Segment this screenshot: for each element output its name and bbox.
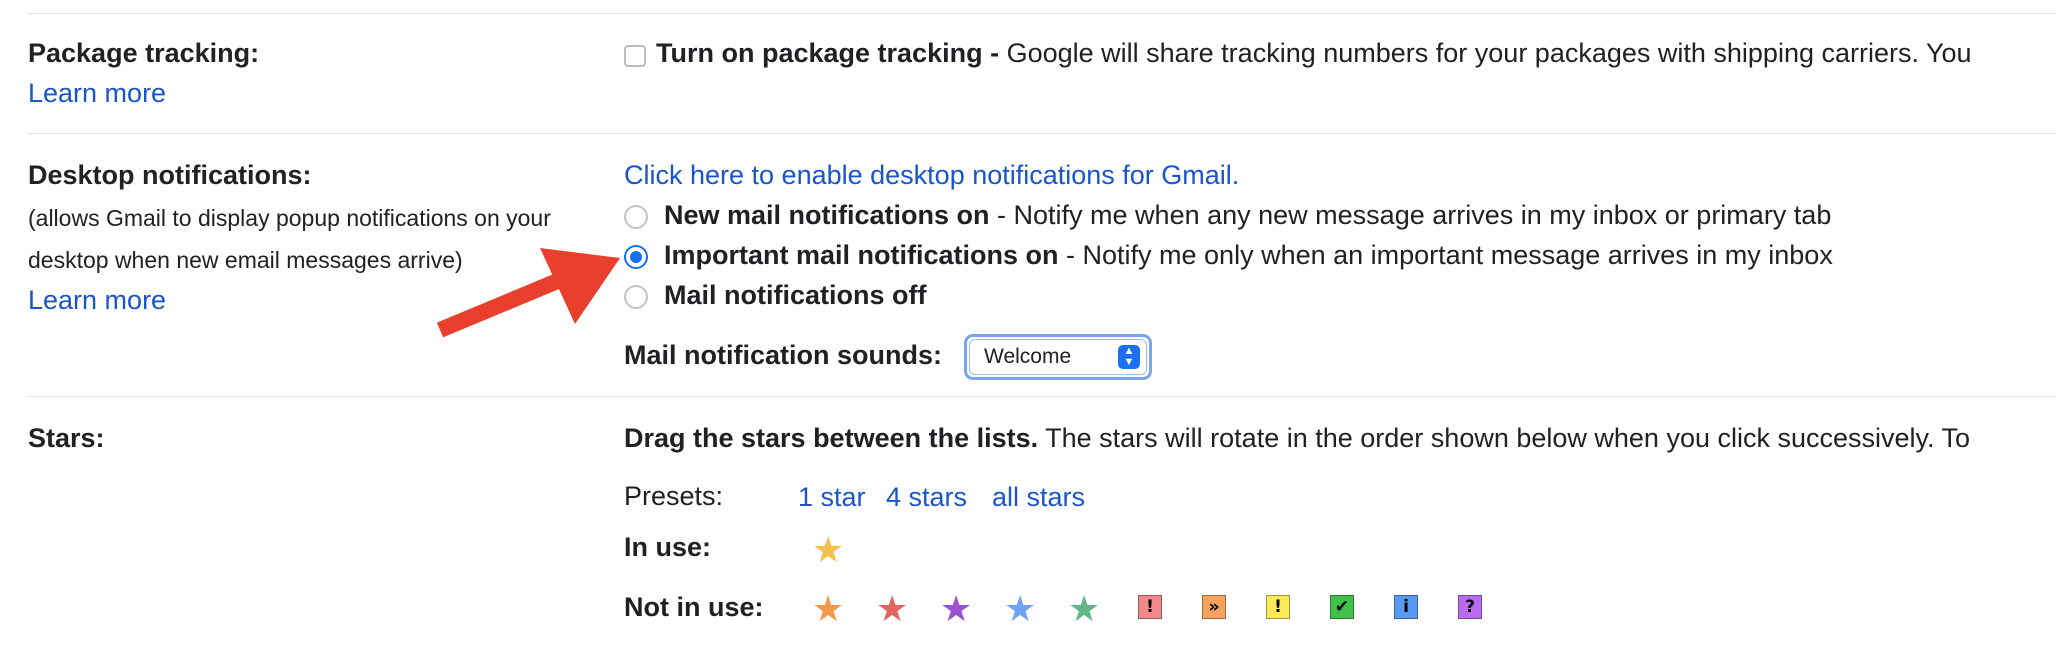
orange-star-icon[interactable]: ★ [812,591,844,627]
divider-2 [28,396,2056,397]
package-tracking-option: Turn on package tracking - Google will s… [656,38,1972,69]
in-use-label: In use: [624,532,711,563]
mail-notification-sounds-focus-ring: Welcome ▲ ▼ [964,334,1152,380]
new-mail-notifications-desc: - Notify me when any new message arrives… [989,200,1832,230]
package-tracking-learn-more-link[interactable]: Learn more [28,78,166,109]
package-tracking-option-desc: Google will share tracking numbers for y… [999,38,1972,68]
not-in-use-label: Not in use: [624,592,764,623]
desktop-notifications-desc-line1: (allows Gmail to display popup notificat… [28,205,551,231]
divider-1 [28,133,2056,134]
mail-notification-sounds-select[interactable]: Welcome ▲ ▼ [969,339,1147,375]
presets-label: Presets: [624,481,724,511]
divider-top [28,13,2056,14]
desktop-notifications-label: Desktop notifications: [28,160,312,190]
important-mail-notifications-desc: - Notify me only when an important messa… [1058,240,1833,270]
purple-star-icon[interactable]: ★ [940,591,972,627]
purple-question-icon[interactable]: ? [1458,595,1482,619]
blue-star-icon[interactable]: ★ [1004,591,1036,627]
new-mail-notifications-radio[interactable] [624,205,648,229]
stars-instruction: Drag the stars between the lists. The st… [624,423,1970,454]
not-in-use-label-text: Not in use: [624,592,764,622]
red-bang-icon[interactable]: ! [1138,595,1162,619]
in-use-label-text: In use: [624,532,712,562]
new-mail-notifications-option: New mail notifications on - Notify me wh… [664,200,1831,231]
mail-notification-sounds-label-text: Mail notification sounds: [624,340,942,370]
desktop-notifications-desc-line2: desktop when new email messages arrive) [28,247,463,273]
blue-info-icon[interactable]: i [1394,595,1418,619]
select-stepper-icon: ▲ ▼ [1118,345,1140,369]
mail-notifications-off-title: Mail notifications off [664,280,927,310]
important-mail-notifications-option: Important mail notifications on - Notify… [664,240,1833,271]
in-use-yellow-star-icon[interactable]: ★ [812,532,844,568]
green-check-icon[interactable]: ✔ [1330,595,1354,619]
preset-4-stars-link[interactable]: 4 stars [886,482,967,513]
package-tracking-option-title: Turn on package tracking - [656,38,1000,68]
stars-instruction-rest: The stars will rotate in the order shown… [1038,423,1971,453]
enable-desktop-notifications-link[interactable]: Click here to enable desktop notificatio… [624,160,1239,191]
important-mail-notifications-title: Important mail notifications on [664,240,1059,270]
annotation-arrow-icon [436,248,620,338]
stars-label: Stars: [28,423,105,453]
package-tracking-label: Package tracking: [28,38,260,68]
green-star-icon[interactable]: ★ [1068,591,1100,627]
desktop-notifications-learn-more-link[interactable]: Learn more [28,285,166,316]
mail-notification-sounds-value: Welcome [984,345,1072,368]
red-star-icon[interactable]: ★ [876,591,908,627]
stars-instruction-bold: Drag the stars between the lists. [624,423,1039,453]
preset-all-stars-link[interactable]: all stars [992,482,1085,513]
annotation-arrow-shaft [436,272,564,338]
orange-guillemet-icon[interactable]: » [1202,595,1226,619]
yellow-bang-icon[interactable]: ! [1266,595,1290,619]
new-mail-notifications-title: New mail notifications on [664,200,990,230]
mail-notifications-off-option: Mail notifications off [664,280,927,311]
mail-notification-sounds-label: Mail notification sounds: [624,340,942,371]
package-tracking-checkbox[interactable] [624,45,646,67]
preset-1-star-link[interactable]: 1 star [798,482,866,513]
